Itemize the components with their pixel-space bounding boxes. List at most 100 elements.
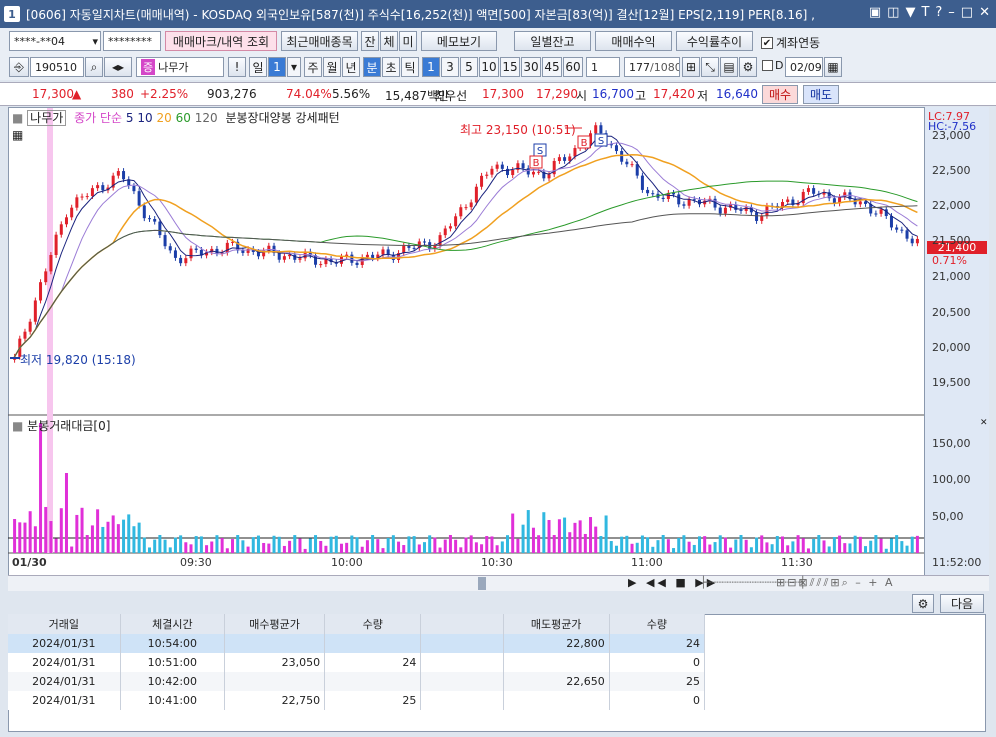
- legend-close: 종가 단순: [74, 111, 123, 125]
- scroll-thumb[interactable]: [478, 577, 486, 590]
- close-icon[interactable]: ✕: [979, 5, 990, 20]
- high-note: 최고 23,150 (10:51): [460, 123, 576, 137]
- table-cell: [503, 653, 610, 672]
- save-icon[interactable]: ▤: [720, 57, 738, 77]
- period-second[interactable]: 초: [382, 57, 400, 77]
- executed-button[interactable]: 체: [380, 31, 398, 51]
- pin-icon[interactable]: ▼: [905, 5, 915, 20]
- period-day-count[interactable]: 1: [268, 57, 286, 77]
- table-row[interactable]: 2024/01/31 10:54:00 22,800 24: [8, 634, 706, 653]
- period-year[interactable]: 년: [342, 57, 360, 77]
- calendar-icon[interactable]: ▦: [824, 57, 842, 77]
- interval-5[interactable]: 5: [460, 57, 478, 77]
- table-cell: [324, 672, 422, 691]
- window-title: [0606] 자동일지차트(매매내역) - KOSDAQ 외국인보유[587(천…: [26, 7, 815, 22]
- prev-next-icon[interactable]: ◂▸: [104, 57, 132, 77]
- interval-1[interactable]: 1: [422, 57, 440, 77]
- best-label: 최우선: [434, 89, 468, 103]
- minimize-icon[interactable]: –: [948, 5, 955, 20]
- table-row[interactable]: 2024/01/31 10:51:00 23,050 24 0: [8, 653, 706, 672]
- help-icon[interactable]: ?: [935, 5, 942, 20]
- window-controls: ▣ ◫ ▼ T ? – □ ✕: [869, 5, 990, 20]
- open-label: 시: [576, 89, 588, 103]
- chart-area[interactable]: [8, 107, 989, 590]
- table-cell: 10:42:00: [120, 672, 225, 691]
- vol-tick: 50,00: [932, 510, 964, 523]
- grid-toggle-icon[interactable]: ▦: [12, 128, 23, 142]
- chevron-down-icon[interactable]: ▾: [287, 57, 301, 77]
- period-minute[interactable]: 분: [363, 57, 381, 77]
- layout-icon[interactable]: ▣: [869, 5, 881, 20]
- d-checkbox[interactable]: [762, 60, 773, 71]
- period-day[interactable]: 일: [249, 57, 267, 77]
- trade-profit-button[interactable]: 매매수익: [595, 31, 672, 51]
- period-tick[interactable]: 틱: [401, 57, 419, 77]
- next-button[interactable]: 다음: [940, 594, 984, 613]
- table-row[interactable]: 2024/01/31 10:42:00 22,650 25: [8, 672, 706, 691]
- ratio-2: 5.56%: [332, 87, 371, 101]
- y-tick: 20,000: [932, 341, 971, 354]
- table-row[interactable]: 2024/01/31 10:41:00 22,750 25 0: [8, 691, 706, 710]
- current-rate: 0.71%: [932, 254, 967, 267]
- y-tick: 23,000: [932, 129, 971, 142]
- unexecuted-button[interactable]: 미: [399, 31, 417, 51]
- table-cell: 25: [324, 691, 422, 710]
- interval-15[interactable]: 15: [500, 57, 520, 77]
- interval-45[interactable]: 45: [542, 57, 562, 77]
- interval-3[interactable]: 3: [441, 57, 459, 77]
- period-month[interactable]: 월: [323, 57, 341, 77]
- chevron-down-icon: ▾: [92, 34, 98, 48]
- interval-30[interactable]: 30: [521, 57, 541, 77]
- buy-button[interactable]: 매수: [762, 85, 798, 104]
- change-rate: +2.25%: [140, 87, 189, 101]
- table-cell: 2024/01/31: [8, 691, 121, 710]
- stock-name-field[interactable]: 증 나무가: [136, 57, 224, 77]
- open-price: 16,700: [592, 87, 634, 101]
- interval-60[interactable]: 60: [563, 57, 583, 77]
- date-input[interactable]: 02/09: [785, 57, 823, 77]
- legend-icon: ■: [12, 111, 28, 125]
- table-cell: 22,800: [503, 634, 610, 653]
- zoom-icon[interactable]: ⊞: [682, 57, 700, 77]
- table-cell: 10:51:00: [120, 653, 225, 672]
- table-cell: 0: [609, 653, 706, 672]
- period-week[interactable]: 주: [304, 57, 322, 77]
- chart-tools-icons[interactable]: ⊞⊟⊠⫽⫽⫽⊞⌕ – + A: [776, 576, 894, 590]
- account-select[interactable]: ****-**04 ▾: [9, 31, 101, 51]
- table-cell: 10:41:00: [120, 691, 225, 710]
- tools-icon[interactable]: ⤡: [701, 57, 719, 77]
- maximize-icon[interactable]: □: [961, 5, 973, 20]
- daily-balance-button[interactable]: 일별잔고: [514, 31, 591, 51]
- recent-trades-button[interactable]: 최근매매종목: [281, 31, 358, 51]
- table-cell: 25: [609, 672, 706, 691]
- window-number: 1: [4, 6, 20, 22]
- volume-title: ■ 분봉거래대금[0]: [12, 419, 111, 433]
- volume: 903,276: [207, 87, 257, 101]
- search-icon[interactable]: ⌕: [85, 57, 103, 77]
- stock-type-badge: 증: [141, 59, 156, 75]
- code-search-icon[interactable]: ⎆: [9, 57, 29, 77]
- account-link-checkbox[interactable]: ✔ 계좌연동: [761, 34, 820, 51]
- interval-count-input[interactable]: 1: [586, 57, 620, 77]
- memo-button[interactable]: 메모보기: [421, 31, 497, 51]
- interval-10[interactable]: 10: [479, 57, 499, 77]
- table-cell: [503, 691, 610, 710]
- font-icon[interactable]: T: [921, 5, 929, 20]
- password-field[interactable]: ********: [103, 31, 161, 51]
- table-cell: 23,050: [224, 653, 326, 672]
- range-input[interactable]: 177/10800: [624, 57, 680, 77]
- return-trend-button[interactable]: 수익률추이: [676, 31, 753, 51]
- mark-query-button[interactable]: 매매마크/내역 조회: [165, 31, 277, 51]
- stock-code-input[interactable]: 190510: [30, 57, 84, 77]
- gear-icon[interactable]: ⚙: [739, 57, 757, 77]
- x-tick: 11:30: [781, 556, 813, 569]
- link-icon[interactable]: ◫: [887, 5, 899, 20]
- pane-close-icon[interactable]: ✕: [980, 418, 988, 428]
- best-ask: 17,300: [482, 87, 524, 101]
- sell-button[interactable]: 매도: [803, 85, 839, 104]
- alert-icon[interactable]: !: [228, 57, 246, 77]
- chart-scrollbar[interactable]: ▶ ◀◀ ■ ▶▶ ├┈┈┈┈┈┈┈┈┈┈┈┈┈┈┤ ⊞⊟⊠⫽⫽⫽⊞⌕ – + …: [8, 575, 989, 591]
- table-cell: 10:54:00: [120, 634, 225, 653]
- gear-icon[interactable]: ⚙: [912, 594, 934, 613]
- balance-button[interactable]: 잔: [361, 31, 379, 51]
